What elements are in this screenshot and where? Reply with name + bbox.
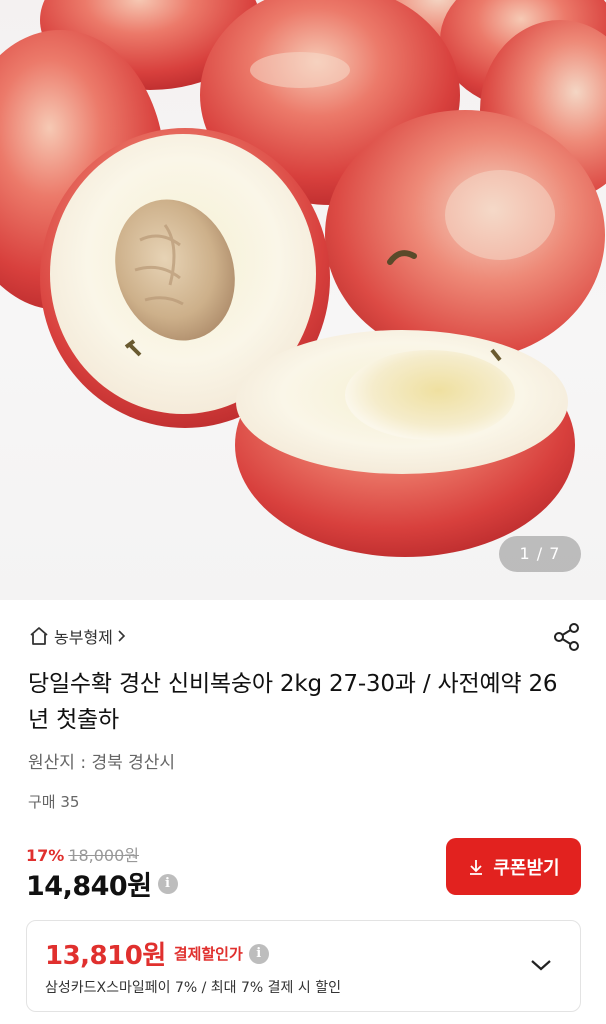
home-icon — [30, 627, 48, 645]
coupon-button-label: 쿠폰받기 — [493, 857, 560, 878]
payment-discount-description: 삼성카드X스마일페이 7% / 최대 7% 결제 시 할인 — [45, 980, 341, 996]
image-counter: 1 / 7 — [499, 536, 581, 572]
chevron-down-icon[interactable] — [529, 957, 553, 973]
seller-link[interactable]: 농부형제 — [28, 624, 127, 648]
share-icon[interactable] — [552, 622, 582, 652]
chevron-right-icon — [118, 630, 126, 642]
payment-discount-price: 13,810원 — [45, 941, 166, 971]
seller-name: 농부형제 — [54, 628, 113, 647]
payment-discount-header: 13,810원 결제할인가 i — [45, 935, 269, 972]
product-origin: 원산지 : 경북 경산시 — [28, 753, 176, 773]
discount-rate: 17% — [26, 846, 65, 865]
original-price: 18,000원 — [68, 846, 140, 865]
info-icon[interactable]: i — [248, 943, 269, 964]
product-photo — [0, 0, 606, 557]
product-image-gallery[interactable]: 1 / 7 — [0, 0, 606, 600]
payment-discount-label: 결제할인가 — [173, 945, 243, 963]
download-arrow-icon — [470, 859, 483, 875]
sale-price: 14,840원 — [26, 871, 152, 902]
discount-row: 17% 18,000원 — [26, 842, 139, 866]
product-title: 당일수확 경산 신비복숭아 2kg 27-30과 / 사전예약 26년 첫출하 — [28, 671, 558, 733]
purchase-count: 구매 35 — [28, 793, 80, 811]
payment-discount-panel[interactable]: 13,810원 결제할인가 i 삼성카드X스마일페이 7% / 최대 7% 결제… — [26, 920, 581, 1012]
sale-price-row: 14,840원 i — [26, 864, 178, 903]
info-icon[interactable]: i — [157, 873, 178, 894]
coupon-download-button[interactable]: 쿠폰받기 — [446, 838, 581, 895]
